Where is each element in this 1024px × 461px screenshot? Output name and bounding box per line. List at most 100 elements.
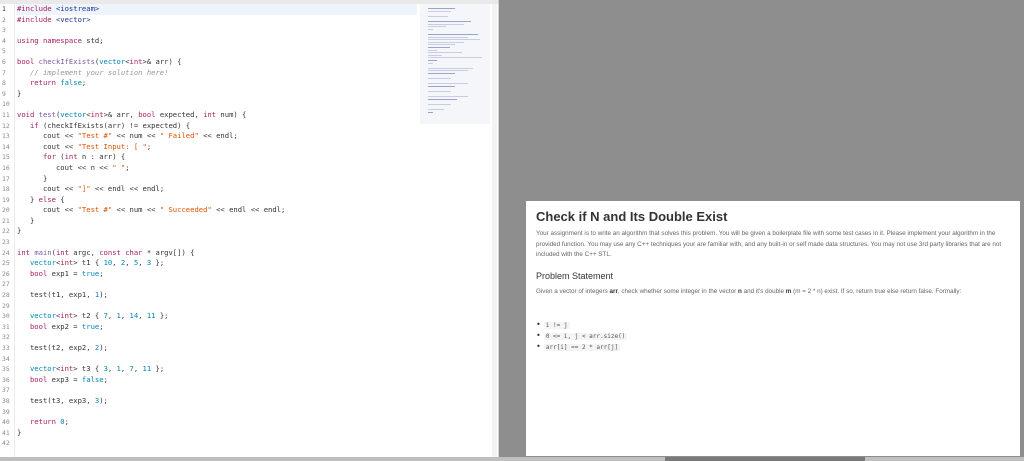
line-number: 35	[2, 365, 10, 374]
code-line-39[interactable]	[17, 407, 417, 418]
minimap-line	[428, 36, 468, 38]
line-number: 26	[2, 269, 10, 278]
code-line-20[interactable]: cout << "Test #" << num << " Succeeded" …	[17, 205, 417, 216]
code-line-40[interactable]: return 0;	[17, 417, 417, 428]
line-number: 20	[2, 206, 10, 215]
code-line-14[interactable]: cout << "Test Input: [ ";	[17, 142, 417, 153]
minimap-line	[428, 52, 463, 54]
line-number: 9	[2, 89, 6, 98]
horizontal-scrollbar[interactable]	[0, 457, 1024, 461]
rule-item: • arr[i] == 2 * arr[j]	[536, 341, 627, 352]
bullet-icon: •	[536, 331, 541, 340]
code-line-38[interactable]: test(t3, exp3, 3);	[17, 396, 417, 407]
code-line-34[interactable]	[17, 354, 417, 365]
minimap-line	[428, 67, 473, 69]
statement-part: Given a vector of integers	[536, 288, 610, 295]
code-line-25[interactable]: vector<int> t1 { 10, 2, 5, 3 };	[17, 258, 417, 269]
code-area[interactable]: #include <iostream> #include <vector> us…	[17, 4, 417, 459]
code-line-28[interactable]: test(t1, exp1, 1);	[17, 290, 417, 301]
code-line-33[interactable]: test(t2, exp2, 2);	[17, 343, 417, 354]
code-line-3[interactable]	[17, 25, 417, 36]
code-line-15[interactable]: for (int n : arr) {	[17, 152, 417, 163]
statement-formula: (m = 2 * n)	[791, 288, 823, 295]
code-line-42[interactable]	[17, 438, 417, 449]
code-line-18[interactable]: cout << "]" << endl << endl;	[17, 184, 417, 195]
code-line-29[interactable]	[17, 301, 417, 312]
line-number: 6	[2, 57, 6, 66]
minimap-line	[428, 54, 443, 56]
code-line-10[interactable]	[17, 99, 417, 110]
line-number-gutter: 1 2 3 4 5 6 7 8 9 10 11 12 13 14 15 16 17 18 19 20 21 22 23 24 2…	[0, 4, 15, 459]
code-line-32[interactable]	[17, 332, 417, 343]
minimap-line	[428, 41, 464, 43]
line-number: 24	[2, 248, 10, 257]
line-number: 8	[2, 79, 6, 88]
code-line-35[interactable]: vector<int> t3 { 3, 1, 7, 11 };	[17, 364, 417, 375]
line-number: 19	[2, 195, 10, 204]
statement-arr: arr	[609, 288, 618, 295]
code-line-9[interactable]: }	[17, 89, 417, 100]
code-line-19[interactable]: } else {	[17, 195, 417, 206]
minimap-line	[428, 83, 468, 85]
minimap-line	[428, 39, 481, 41]
code-line-30[interactable]: vector<int> t2 { 7, 1, 14, 11 };	[17, 311, 417, 322]
line-number: 11	[2, 110, 10, 119]
code-line-1[interactable]: #include <iostream>	[17, 4, 417, 15]
line-number: 17	[2, 174, 10, 183]
rule-code: arr[i] == 2 * arr[j]	[543, 344, 621, 351]
line-number: 3	[2, 26, 6, 35]
code-editor[interactable]: 1 2 3 4 5 6 7 8 9 10 11 12 13 14 15 16 17 18 19 20 21 22 23 24 2…	[0, 0, 499, 461]
line-number: 10	[2, 100, 10, 109]
code-line-17[interactable]: }	[17, 174, 417, 185]
line-number: 16	[2, 163, 10, 172]
code-line-22[interactable]: }	[17, 226, 417, 237]
line-number: 15	[2, 153, 10, 162]
line-number: 40	[2, 418, 10, 427]
code-line-23[interactable]	[17, 237, 417, 248]
code-line-8[interactable]: return false;	[17, 78, 417, 89]
line-number: 34	[2, 354, 10, 363]
editor-vertical-scrollbar[interactable]	[492, 4, 497, 459]
rule-code: i != j	[543, 322, 570, 329]
code-line-2[interactable]: #include <vector>	[17, 15, 417, 26]
minimap-line	[428, 70, 468, 72]
code-minimap[interactable]	[420, 4, 490, 124]
minimap-line	[428, 15, 448, 17]
code-line-41[interactable]: }	[17, 428, 417, 439]
horizontal-scrollbar-thumb[interactable]	[665, 457, 865, 461]
line-number: 18	[2, 185, 10, 194]
rule-item: • i != j	[536, 319, 627, 330]
code-line-24[interactable]: int main(int argc, const char * argv[]) …	[17, 248, 417, 259]
minimap-line	[428, 109, 445, 111]
code-line-21[interactable]: }	[17, 216, 417, 227]
code-line-27[interactable]	[17, 279, 417, 290]
minimap-line	[428, 57, 482, 59]
line-number: 14	[2, 142, 10, 151]
code-line-4[interactable]: using namespace std;	[17, 36, 417, 47]
line-number: 13	[2, 132, 10, 141]
minimap-line	[428, 62, 434, 64]
code-line-11[interactable]: void test(vector<int>& arr, bool expecte…	[17, 110, 417, 121]
rule-code: 0 <= i, j < arr.size()	[543, 333, 628, 340]
code-line-6[interactable]: bool checkIfExists(vector<int>& arr) {	[17, 57, 417, 68]
code-line-37[interactable]	[17, 385, 417, 396]
line-number: 22	[2, 227, 10, 236]
line-number: 4	[2, 36, 6, 45]
minimap-line	[428, 49, 437, 51]
code-line-12[interactable]: if (checkIfExists(arr) != expected) {	[17, 121, 417, 132]
code-line-5[interactable]	[17, 46, 417, 57]
code-line-36[interactable]: bool exp3 = false;	[17, 375, 417, 386]
line-number: 41	[2, 428, 10, 437]
minimap-line	[428, 8, 455, 9]
line-number: 31	[2, 322, 10, 331]
minimap-line	[428, 78, 452, 80]
code-line-16[interactable]: cout << n << " ";	[17, 163, 417, 174]
minimap-line	[428, 60, 437, 61]
code-line-26[interactable]: bool exp1 = true;	[17, 269, 417, 280]
line-number: 23	[2, 238, 10, 247]
line-number: 2	[2, 15, 6, 24]
code-line-13[interactable]: cout << "Test #" << num << " Failed" << …	[17, 131, 417, 142]
code-line-7[interactable]: // implement your solution here!	[17, 68, 417, 79]
formal-rules-list: • i != j • 0 <= i, j < arr.size() • arr[i] …	[536, 319, 628, 352]
code-line-31[interactable]: bool exp2 = true;	[17, 322, 417, 333]
